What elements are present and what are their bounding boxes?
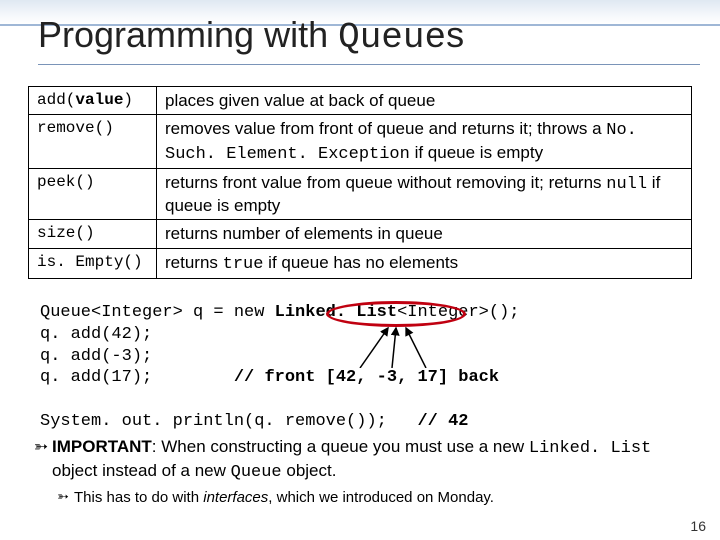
code-text: <Integer>(); <box>397 303 519 322</box>
code-sample: Queue<Integer> q = new Linked. List<Inte… <box>40 302 519 433</box>
method-desc: returns number of elements in queue <box>157 220 692 248</box>
desc-mono: true <box>223 255 264 274</box>
page-number: 16 <box>690 518 706 534</box>
sig-pre: add( <box>37 91 75 109</box>
desc-text: if queue has no elements <box>263 253 458 272</box>
code-text: Queue<Integer> q = new <box>40 303 275 322</box>
method-desc: returns front value from queue without r… <box>157 168 692 220</box>
title-mono: Queue <box>338 17 446 58</box>
desc-mono: null <box>606 175 647 194</box>
method-sig: remove() <box>29 115 157 169</box>
code-comment: // 42 <box>417 412 468 431</box>
note-lead: IMPORTANT <box>52 437 152 456</box>
code-comment: // front [42, -3, 17] back <box>234 368 499 387</box>
code-text: q. add(17); <box>40 368 234 387</box>
code-text: q. add(-3); <box>40 347 152 366</box>
method-desc: returns true if queue has no elements <box>157 248 692 278</box>
table-row: add(value) places given value at back of… <box>29 87 692 115</box>
method-sig: is. Empty() <box>29 248 157 278</box>
desc-text: returns front value from queue without r… <box>165 173 606 192</box>
table-row: remove() removes value from front of que… <box>29 115 692 169</box>
method-sig: add(value) <box>29 87 157 115</box>
table-row: size() returns number of elements in que… <box>29 220 692 248</box>
bullet-icon: ➳ <box>30 436 52 484</box>
sig-pre: is. Empty() <box>37 253 143 271</box>
table-row: is. Empty() returns true if queue has no… <box>29 248 692 278</box>
sig-pre: peek() <box>37 173 95 191</box>
note-text: object. <box>282 461 337 480</box>
note-text: object instead of a new <box>52 461 231 480</box>
desc-text: returns number of elements in queue <box>165 224 443 243</box>
code-bold: Linked. List <box>275 303 397 322</box>
note-mono: Queue <box>231 463 282 482</box>
important-note: ➳ IMPORTANT: When constructing a queue y… <box>30 436 694 507</box>
code-text: System. out. println(q. remove()); <box>40 412 417 431</box>
note-sub: ➳ This has to do with interfaces, which … <box>52 488 694 507</box>
method-sig: size() <box>29 220 157 248</box>
method-desc: places given value at back of queue <box>157 87 692 115</box>
code-text: q. add(42); <box>40 325 152 344</box>
note-body: IMPORTANT: When constructing a queue you… <box>52 436 694 484</box>
table-row: peek() returns front value from queue wi… <box>29 168 692 220</box>
note-text: This has to do with <box>74 489 203 506</box>
slide-title: Programming with Queues <box>38 14 700 65</box>
desc-text: places given value at back of queue <box>165 91 435 110</box>
note-italic: interfaces <box>203 489 268 506</box>
note-text: , which we introduced on Monday. <box>268 489 494 506</box>
note-sub-body: This has to do with interfaces, which we… <box>74 488 494 507</box>
title-suffix: s <box>446 14 464 55</box>
note-mono: Linked. List <box>529 439 651 458</box>
sig-pre: remove() <box>37 119 114 137</box>
method-desc: removes value from front of queue and re… <box>157 115 692 169</box>
methods-table: add(value) places given value at back of… <box>28 86 692 279</box>
bullet-icon: ➳ <box>52 488 74 507</box>
title-prefix: Programming with <box>38 14 338 55</box>
note-text: : When constructing a queue you must use… <box>152 437 529 456</box>
desc-text: removes value from front of queue and re… <box>165 119 606 138</box>
sig-post: ) <box>123 91 133 109</box>
method-sig: peek() <box>29 168 157 220</box>
desc-text: returns <box>165 253 223 272</box>
sig-arg: value <box>75 91 123 109</box>
note-main: ➳ IMPORTANT: When constructing a queue y… <box>30 436 694 484</box>
desc-text: if queue is empty <box>410 143 543 162</box>
sig-pre: size() <box>37 224 95 242</box>
